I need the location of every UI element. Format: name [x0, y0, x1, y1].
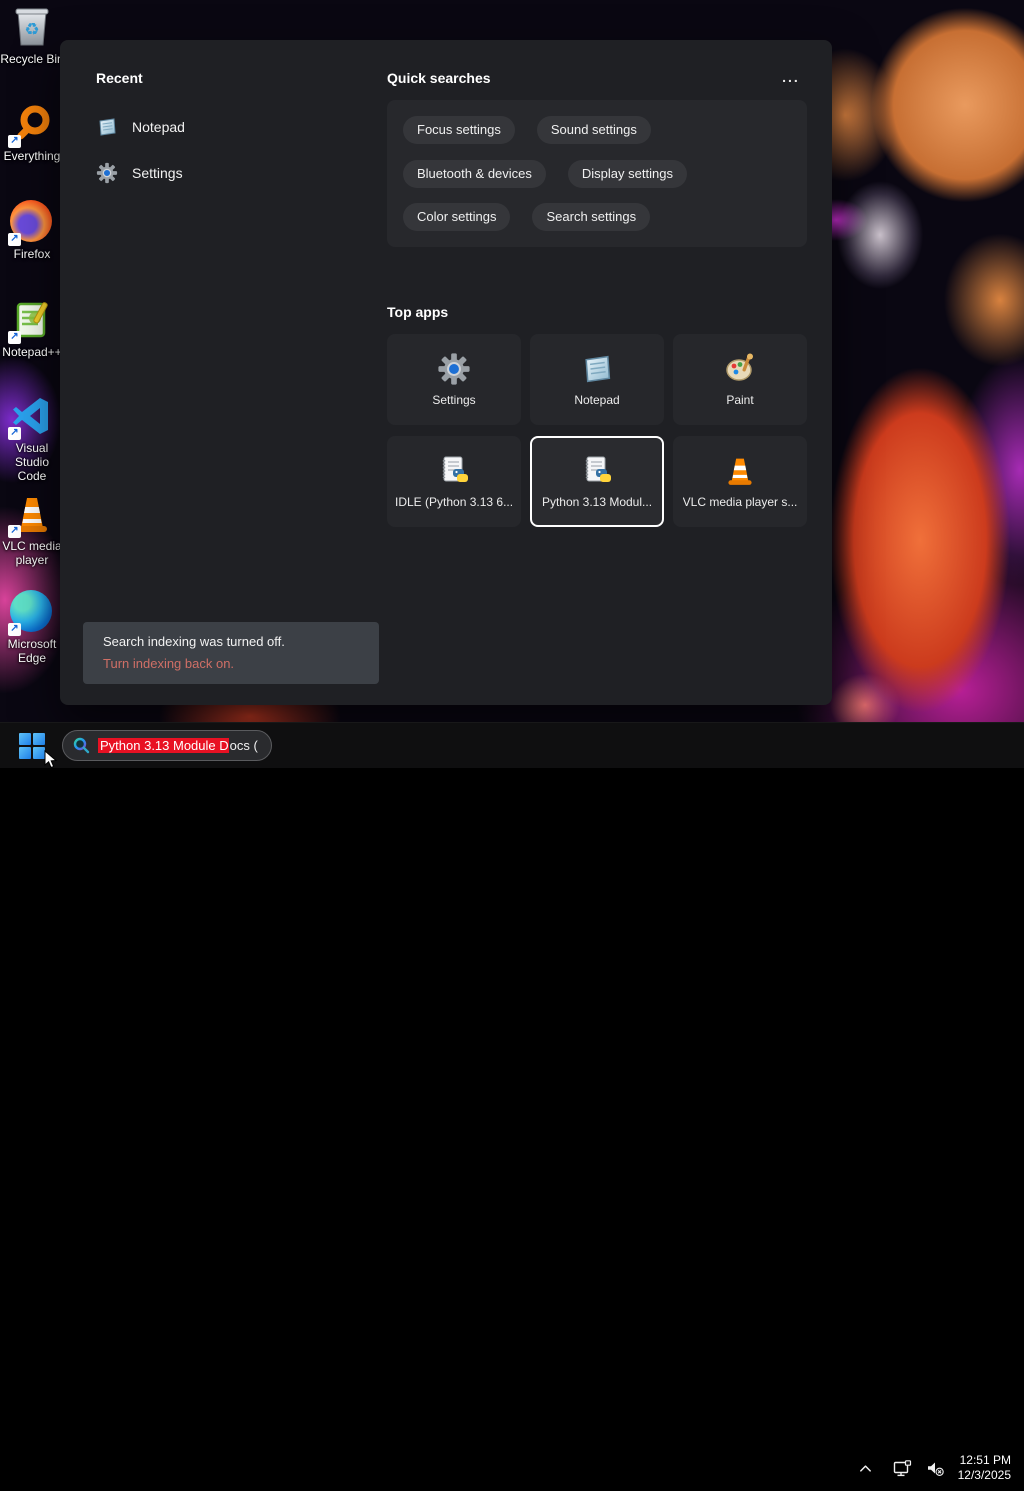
quick-searches-title: Quick searches — [387, 70, 491, 86]
shortcut-arrow-icon: ↗ — [8, 233, 21, 246]
more-options-button[interactable]: ... — [774, 66, 808, 90]
everything-icon: ↗ — [8, 102, 54, 148]
desktop-icon-label: Recycle Bin — [0, 52, 64, 66]
network-icon[interactable] — [888, 1452, 917, 1484]
clock-date: 12/3/2025 — [957, 1468, 1011, 1482]
recent-section-title: Recent — [96, 70, 143, 86]
notepad-icon — [580, 352, 614, 386]
desktop-icon-firefox[interactable]: ↗ Firefox — [0, 200, 64, 261]
quick-search-pill[interactable]: Bluetooth & devices — [403, 159, 546, 188]
desktop-icon-recycle-bin[interactable]: ♻ Recycle Bin — [0, 5, 64, 66]
python-doc-icon — [580, 454, 614, 488]
windows-logo-icon — [19, 746, 31, 759]
desktop-icon-vscode[interactable]: ↗ Visual Studio Code — [0, 394, 64, 483]
gear-icon — [437, 352, 471, 386]
top-app-tile-python-module-docs[interactable]: Python 3.13 Modul... — [530, 436, 664, 527]
quick-search-pill[interactable]: Focus settings — [403, 116, 515, 144]
indexing-notice-message: Search indexing was turned off. — [103, 634, 285, 649]
vlc-icon: ↗ — [8, 492, 54, 538]
windows-logo-icon — [33, 732, 45, 745]
notepad-icon — [96, 116, 118, 138]
recycle-bin-icon: ♻ — [10, 5, 54, 49]
desktop-icon-label: Firefox — [13, 247, 51, 261]
shortcut-arrow-icon: ↗ — [8, 135, 21, 148]
shortcut-arrow-icon: ↗ — [8, 331, 21, 344]
start-button[interactable] — [19, 732, 45, 759]
search-query-text: Python 3.13 Module Docs ( — [98, 738, 258, 753]
shortcut-arrow-icon: ↗ — [8, 427, 21, 440]
volume-muted-icon[interactable] — [921, 1452, 950, 1484]
taskbar: Python 3.13 Module Docs ( 12:51 PM 12/3/… — [0, 722, 1024, 1482]
top-app-tile-notepad[interactable]: Notepad — [530, 334, 664, 425]
clock[interactable]: 12:51 PM 12/3/2025 — [958, 1453, 1011, 1483]
quick-search-pill[interactable]: Color settings — [403, 203, 511, 231]
edge-icon: ↗ — [8, 590, 54, 636]
top-app-label: VLC media player s... — [682, 495, 798, 509]
top-app-tile-vlc[interactable]: VLC media player s... — [673, 436, 807, 527]
paint-palette-icon — [723, 352, 757, 386]
desktop-icon-label: Microsoft Edge — [7, 637, 57, 665]
indexing-notice: Search indexing was turned off. Turn ind… — [83, 622, 379, 684]
recent-item-notepad[interactable]: Notepad — [96, 104, 346, 150]
desktop-icon-edge[interactable]: ↗ Microsoft Edge — [0, 590, 64, 665]
quick-search-pill[interactable]: Sound settings — [536, 116, 651, 144]
shortcut-arrow-icon: ↗ — [8, 525, 21, 538]
top-apps-grid: Settings Notepad Paint IDLE (Python 3.13… — [387, 334, 809, 527]
recent-item-label: Settings — [132, 165, 183, 181]
turn-indexing-on-link[interactable]: Turn indexing back on. — [103, 655, 359, 673]
selected-query-text: Python 3.13 Module D — [98, 738, 229, 753]
top-app-tile-paint[interactable]: Paint — [673, 334, 807, 425]
top-app-tile-idle-python[interactable]: IDLE (Python 3.13 6... — [387, 436, 521, 527]
top-apps-title: Top apps — [387, 304, 449, 320]
query-text-rest: ocs ( — [229, 738, 258, 753]
quick-search-pill[interactable]: Display settings — [567, 159, 687, 188]
desktop-icon-label: VLC media player — [2, 539, 62, 567]
quick-search-pill[interactable]: Search settings — [532, 203, 651, 231]
top-app-label: Python 3.13 Modul... — [541, 495, 653, 509]
hidden-icons-chevron[interactable] — [853, 1452, 878, 1484]
desktop-icon-everything[interactable]: ↗ Everything — [0, 102, 64, 163]
search-flyout-panel: Recent Notepad Settings Quick searches .… — [60, 40, 832, 705]
vlc-cone-icon — [723, 454, 757, 488]
desktop-icon-vlc[interactable]: ↗ VLC media player — [0, 492, 64, 567]
recent-item-settings[interactable]: Settings — [96, 150, 346, 196]
windows-logo-icon — [19, 732, 31, 745]
svg-text:♻: ♻ — [24, 20, 39, 39]
notepadpp-icon: ↗ — [8, 298, 54, 344]
top-app-label: Paint — [726, 393, 754, 407]
shortcut-arrow-icon: ↗ — [8, 623, 21, 636]
vscode-icon: ↗ — [8, 394, 54, 440]
top-app-label: Settings — [432, 393, 476, 407]
firefox-icon: ↗ — [8, 200, 54, 246]
top-app-label: IDLE (Python 3.13 6... — [395, 495, 513, 509]
desktop-icon-label: Visual Studio Code — [14, 441, 50, 483]
top-app-label: Notepad — [574, 393, 620, 407]
system-tray: 12:51 PM 12/3/2025 — [853, 1445, 1024, 1491]
top-app-tile-settings[interactable]: Settings — [387, 334, 521, 425]
recent-list: Notepad Settings — [96, 104, 346, 196]
search-icon — [73, 737, 90, 754]
mouse-cursor — [44, 749, 60, 775]
gear-icon — [96, 162, 118, 184]
desktop-icon-label: Everything — [3, 149, 61, 163]
taskbar-search-box[interactable]: Python 3.13 Module Docs ( — [62, 730, 272, 761]
desktop-icon-label: Notepad++ — [2, 345, 62, 359]
recent-item-label: Notepad — [132, 119, 185, 135]
clock-time: 12:51 PM — [959, 1453, 1011, 1467]
desktop-icon-notepadpp[interactable]: ↗ Notepad++ — [0, 298, 64, 359]
quick-searches-box: Focus settings Sound settings Bluetooth … — [387, 100, 807, 247]
python-doc-icon — [437, 454, 471, 488]
